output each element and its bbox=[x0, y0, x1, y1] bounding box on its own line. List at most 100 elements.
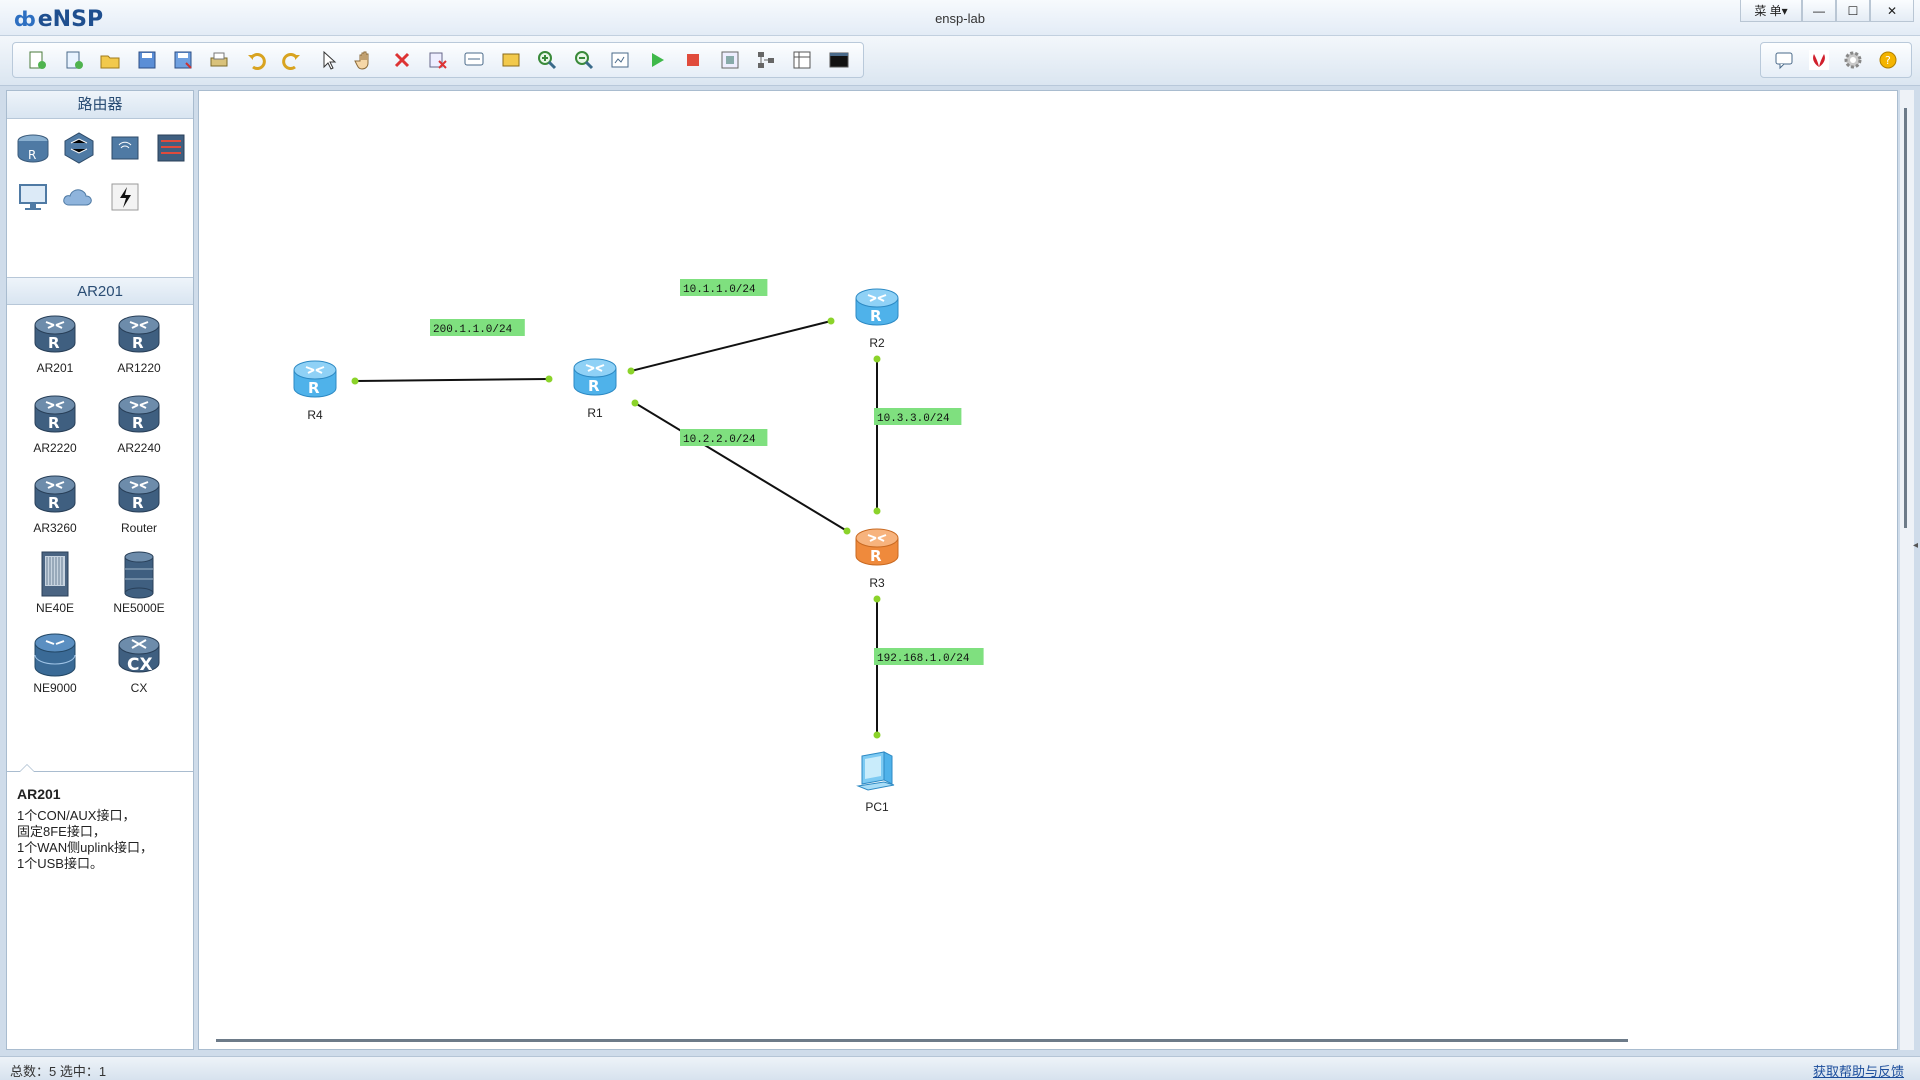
svg-text:R: R bbox=[132, 494, 144, 512]
save-button[interactable] bbox=[128, 45, 164, 75]
select-pointer-button[interactable] bbox=[311, 45, 347, 75]
port-indicator bbox=[873, 731, 881, 739]
device-item-ne40e[interactable]: NE40E bbox=[13, 549, 97, 615]
new-topology-button[interactable] bbox=[19, 45, 55, 75]
device-label: AR2240 bbox=[117, 441, 161, 455]
undo-button[interactable] bbox=[238, 45, 274, 75]
grid-button[interactable] bbox=[784, 45, 820, 75]
network-label[interactable]: 10.1.1.0/24 bbox=[680, 279, 768, 296]
node-label: R3 bbox=[869, 576, 885, 590]
panel-collapse-arrow-icon[interactable]: ◂ bbox=[1913, 540, 1918, 551]
network-label[interactable]: 10.2.2.0/24 bbox=[680, 429, 768, 446]
port-indicator bbox=[631, 399, 639, 407]
network-label-text: 10.3.3.0/24 bbox=[877, 413, 950, 425]
window-controls: 菜 单▾ — ☐ ✕ bbox=[1740, 0, 1914, 22]
delete-button[interactable] bbox=[383, 45, 419, 75]
link-r4-r1[interactable] bbox=[354, 378, 550, 382]
print-button[interactable] bbox=[201, 45, 237, 75]
firewall-category-icon[interactable] bbox=[153, 129, 189, 165]
new-example-button[interactable] bbox=[55, 45, 91, 75]
settings-gear-button[interactable] bbox=[1836, 45, 1871, 75]
topology-diagram[interactable]: 200.1.1.0/24 10.1.1.0/24 10.2.2.0/24 10.3.3… bbox=[199, 91, 1899, 1051]
node-r1[interactable]: R R1 bbox=[570, 352, 620, 420]
maximize-button[interactable]: ☐ bbox=[1836, 0, 1870, 22]
vertical-scroll-thumb[interactable] bbox=[1904, 108, 1907, 528]
save-icon bbox=[138, 51, 156, 69]
close-button[interactable]: ✕ bbox=[1870, 0, 1914, 22]
node-r2[interactable]: R R2 bbox=[852, 282, 902, 350]
device-item-ar1220[interactable]: R AR1220 bbox=[97, 309, 181, 375]
app-name: eNSP bbox=[37, 7, 104, 32]
stop-device-button[interactable] bbox=[675, 45, 711, 75]
add-text-button[interactable] bbox=[456, 45, 492, 75]
svg-text:R: R bbox=[48, 414, 60, 432]
device-item-router[interactable]: R Router bbox=[97, 469, 181, 535]
switch-category-icon[interactable] bbox=[61, 129, 97, 165]
network-label[interactable]: 192.168.1.0/24 bbox=[874, 648, 984, 665]
zoom-in-button[interactable] bbox=[529, 45, 565, 75]
device-group-title: AR201 bbox=[7, 277, 193, 305]
network-label[interactable]: 200.1.1.0/24 bbox=[430, 319, 525, 336]
help-icon: ? bbox=[1879, 51, 1897, 69]
huawei-logo-button[interactable] bbox=[1802, 45, 1837, 75]
horizontal-scroll-thumb[interactable] bbox=[216, 1039, 1628, 1042]
device-item-ar201[interactable]: R AR201 bbox=[13, 309, 97, 375]
port-indicator bbox=[627, 367, 635, 375]
device-item-ne5000e[interactable]: NE5000E bbox=[97, 549, 181, 615]
pan-hand-button[interactable] bbox=[347, 45, 383, 75]
help-button[interactable]: ? bbox=[1871, 45, 1906, 75]
zoom-out-button[interactable] bbox=[566, 45, 602, 75]
device-label: AR2220 bbox=[33, 441, 77, 455]
fit-view-button[interactable] bbox=[602, 45, 638, 75]
main-menu-button[interactable]: 菜 单▾ bbox=[1740, 0, 1802, 22]
palette-button[interactable] bbox=[493, 45, 529, 75]
topology-canvas[interactable]: 200.1.1.0/24 10.1.1.0/24 10.2.2.0/24 10.3.3… bbox=[198, 90, 1898, 1050]
device-item-cx[interactable]: CX CX bbox=[97, 629, 181, 695]
network-label[interactable]: 10.3.3.0/24 bbox=[874, 408, 962, 425]
capture-button[interactable] bbox=[711, 45, 747, 75]
node-r3[interactable]: R R3 bbox=[852, 522, 902, 590]
description-line: 1个WAN侧uplink接口， bbox=[17, 840, 154, 855]
link-r1-r2[interactable] bbox=[630, 320, 832, 372]
cloud-category-icon[interactable] bbox=[61, 179, 97, 215]
pc-category-icon[interactable] bbox=[15, 179, 51, 215]
node-label: R4 bbox=[307, 408, 323, 422]
node-pc1[interactable]: PC1 bbox=[852, 746, 902, 814]
topology-button[interactable] bbox=[748, 45, 784, 75]
description-line: 固定8FE接口， bbox=[17, 824, 106, 839]
svg-text:?: ? bbox=[1885, 54, 1891, 67]
description-line: 1个USB接口。 bbox=[17, 856, 103, 871]
category-grid: R bbox=[7, 119, 193, 275]
link-r1-r3[interactable] bbox=[634, 402, 848, 532]
start-device-button[interactable] bbox=[638, 45, 674, 75]
fit-view-icon bbox=[611, 52, 629, 68]
redo-icon bbox=[282, 53, 301, 70]
device-item-ar3260[interactable]: R AR3260 bbox=[13, 469, 97, 535]
router-icon: R bbox=[855, 528, 899, 566]
device-label: NE9000 bbox=[33, 681, 77, 695]
minimize-button[interactable]: — bbox=[1802, 0, 1836, 22]
toolbar: ? bbox=[0, 36, 1920, 86]
delete-link-icon bbox=[429, 52, 447, 69]
description-title: AR201 bbox=[17, 786, 61, 802]
palette-icon bbox=[502, 53, 520, 67]
open-button[interactable] bbox=[92, 45, 128, 75]
add-text-icon bbox=[464, 52, 484, 66]
redo-button[interactable] bbox=[274, 45, 310, 75]
save-as-button[interactable] bbox=[165, 45, 201, 75]
connection-category-icon[interactable] bbox=[107, 179, 143, 215]
device-item-ar2240[interactable]: R AR2240 bbox=[97, 389, 181, 455]
router-category-icon[interactable]: R bbox=[15, 129, 51, 165]
zoom-out-icon bbox=[574, 51, 593, 70]
grid-icon bbox=[793, 51, 811, 69]
chat-button[interactable] bbox=[1767, 45, 1802, 75]
app-logo: ȸeNSP bbox=[14, 7, 103, 32]
delete-link-button[interactable] bbox=[420, 45, 456, 75]
vertical-scrollbar[interactable] bbox=[1900, 90, 1914, 1050]
node-r4[interactable]: R R4 bbox=[290, 354, 340, 422]
help-feedback-link[interactable]: 获取帮助与反馈 bbox=[1813, 1061, 1904, 1080]
device-item-ar2220[interactable]: R AR2220 bbox=[13, 389, 97, 455]
wlan-category-icon[interactable] bbox=[107, 129, 143, 165]
device-item-ne9000[interactable]: NE9000 bbox=[13, 629, 97, 695]
terminal-button[interactable] bbox=[821, 45, 857, 75]
